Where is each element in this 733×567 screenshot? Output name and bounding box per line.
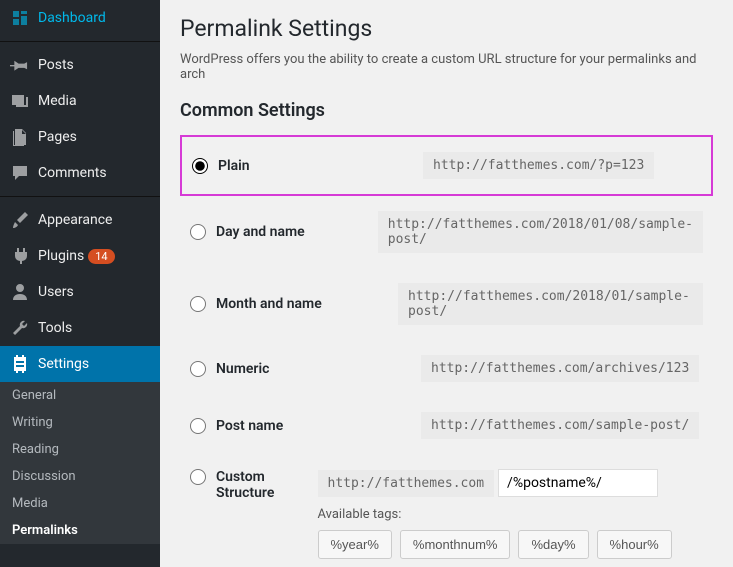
option-numeric: Numeric http://fatthemes.com/archives/12… [180,340,713,397]
submenu-media[interactable]: Media [0,490,160,517]
radio-numeric[interactable] [190,361,206,377]
sidebar-item-media[interactable]: Media [0,83,160,119]
sidebar-item-pages[interactable]: Pages [0,119,160,155]
sidebar-label: Pages [38,129,77,145]
comment-icon [10,163,30,183]
submenu-discussion[interactable]: Discussion [0,463,160,490]
sidebar-label: Comments [38,165,107,181]
custom-prefix: http://fatthemes.com [318,470,495,497]
sidebar-item-comments[interactable]: Comments [0,155,160,191]
pin-icon [10,55,30,75]
sidebar-label: Dashboard [38,10,106,26]
radio-post-name[interactable] [190,418,206,434]
sidebar-label: Posts [38,57,74,73]
option-example: http://fatthemes.com/?p=123 [423,152,654,179]
section-title: Common Settings [180,100,713,121]
option-example: http://fatthemes.com/2018/01/sample-post… [398,283,703,325]
sidebar-label: Appearance [38,212,112,228]
submenu-writing[interactable]: Writing [0,409,160,436]
custom-structure-input[interactable] [498,469,658,497]
sidebar-item-tools[interactable]: Tools [0,310,160,346]
submenu-general[interactable]: General [0,382,160,409]
plugins-badge: 14 [88,249,114,264]
sidebar-item-posts[interactable]: Posts [0,47,160,83]
option-label: Custom Structure [216,469,318,501]
option-label: Month and name [216,296,398,312]
sidebar-submenu: General Writing Reading Discussion Media… [0,382,160,544]
sidebar-item-dashboard[interactable]: Dashboard [0,0,160,36]
dashboard-icon [10,8,30,28]
settings-icon [10,354,30,374]
option-label: Numeric [216,361,421,377]
radio-day-name[interactable] [190,224,206,240]
sidebar-label: Tools [38,320,72,336]
sidebar-label: Users [38,284,74,300]
option-label: Plain [218,158,423,174]
available-tags: %year% %monthnum% %day% %hour% [318,530,672,559]
option-post-name: Post name http://fatthemes.com/sample-po… [180,397,713,454]
plug-icon [10,246,30,266]
sidebar-item-users[interactable]: Users [0,274,160,310]
admin-sidebar: Dashboard Posts Media Pages Comments App… [0,0,160,567]
pages-icon [10,127,30,147]
tag-year[interactable]: %year% [318,530,392,559]
wrench-icon [10,318,30,338]
submenu-permalinks[interactable]: Permalinks [0,517,160,544]
main-content: Permalink Settings WordPress offers you … [160,0,733,567]
option-example: http://fatthemes.com/sample-post/ [421,412,699,439]
option-month-name: Month and name http://fatthemes.com/2018… [180,268,713,340]
page-description: WordPress offers you the ability to crea… [180,52,713,82]
tags-label: Available tags: [318,507,704,522]
sidebar-label: Plugins [38,248,84,264]
brush-icon [10,210,30,230]
option-label: Day and name [216,224,378,240]
page-title: Permalink Settings [180,15,713,42]
tag-day[interactable]: %day% [518,530,588,559]
sidebar-label: Media [38,93,77,109]
option-example: http://fatthemes.com/archives/123 [421,355,699,382]
option-day-name: Day and name http://fatthemes.com/2018/0… [180,196,713,268]
radio-month-name[interactable] [190,296,206,312]
sidebar-label: Settings [38,356,89,372]
sidebar-item-plugins[interactable]: Plugins 14 [0,238,160,274]
option-label: Post name [216,418,421,434]
user-icon [10,282,30,302]
sidebar-item-appearance[interactable]: Appearance [0,202,160,238]
media-icon [10,91,30,111]
tag-monthnum[interactable]: %monthnum% [400,530,511,559]
tag-hour[interactable]: %hour% [597,530,672,559]
radio-custom[interactable] [190,469,206,485]
radio-plain[interactable] [192,158,208,174]
option-custom: Custom Structure http://fatthemes.com Av… [180,454,713,567]
submenu-reading[interactable]: Reading [0,436,160,463]
option-plain: Plain http://fatthemes.com/?p=123 [180,135,713,196]
sidebar-item-settings[interactable]: Settings [0,346,160,382]
option-example: http://fatthemes.com/2018/01/08/sample-p… [378,211,703,253]
